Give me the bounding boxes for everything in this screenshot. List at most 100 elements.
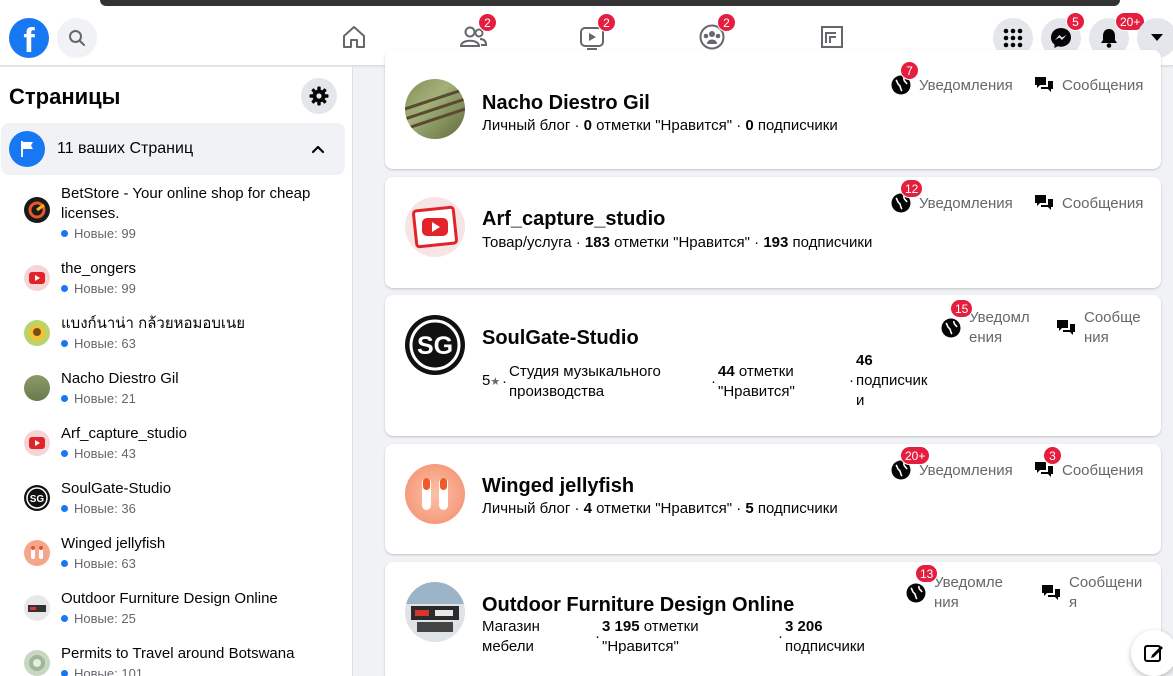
new-count: Новые: 63 <box>61 556 136 571</box>
page-avatar <box>24 430 50 456</box>
caret-down-icon <box>1151 34 1163 41</box>
page-avatar[interactable] <box>405 197 465 257</box>
watch-badge: 2 <box>597 13 616 32</box>
messenger-icon <box>1051 28 1071 48</box>
chevron-up-icon[interactable] <box>310 141 326 157</box>
page-card: Arf_capture_studio Товар/услуга · 183 от… <box>385 177 1161 288</box>
page-name[interactable]: Arf_capture_studio <box>482 208 665 231</box>
svg-text:SG: SG <box>417 332 453 360</box>
messages-action[interactable]: Сообщения <box>1055 308 1141 348</box>
sidebar-page-item[interactable]: Winged jellyfish Новые: 63 <box>0 534 350 574</box>
page-avatar[interactable]: SG <box>405 315 465 375</box>
notifications-count-badge: 7 <box>900 61 919 80</box>
page-stats: Личный блог · 0 отметки "Нравится" · 0 п… <box>482 117 838 134</box>
home-tab[interactable] <box>334 19 374 55</box>
sidebar-page-item[interactable]: SG SoulGate-Studio Новые: 36 <box>0 479 350 519</box>
new-count: Новые: 99 <box>61 226 136 241</box>
sidebar-title: Страницы <box>9 84 121 109</box>
sidebar-page-item[interactable]: Permits to Travel around Botswana Новые:… <box>0 644 350 676</box>
sidebar-page-item[interactable]: the_ongers Новые: 99 <box>0 259 350 299</box>
search-icon <box>69 30 85 46</box>
new-count: Новые: 99 <box>61 281 136 296</box>
sidebar-page-item[interactable]: Nacho Diestro Gil Новые: 21 <box>0 369 350 409</box>
new-count: Новые: 101 <box>61 666 143 676</box>
new-count: Новые: 43 <box>61 446 136 461</box>
globe-icon <box>906 583 926 603</box>
page-avatar <box>24 650 50 676</box>
chat-bubbles-icon <box>1035 77 1053 92</box>
new-count: Новые: 63 <box>61 336 136 351</box>
messages-action[interactable]: Сообщения 3 <box>1033 446 1143 481</box>
search-button[interactable] <box>57 18 97 58</box>
home-icon <box>343 26 365 48</box>
page-category: Магазин мебели <box>482 618 540 655</box>
browser-top-strip <box>0 0 1173 7</box>
messages-action[interactable]: Сообщения <box>1033 192 1143 214</box>
notifications-action[interactable]: Уведомления 20+ <box>890 446 1013 481</box>
bell-icon <box>1101 29 1117 48</box>
sidebar-page-name: Outdoor Furniture Design Online <box>61 590 278 607</box>
groups-badge: 2 <box>717 13 736 32</box>
page-avatar <box>24 375 50 401</box>
page-avatar <box>24 265 50 291</box>
notifications-action[interactable]: Уведомления 12 <box>890 179 1013 214</box>
sidebar-page-name: Winged jellyfish <box>61 535 166 552</box>
sidebar-page-item[interactable]: แบงก์นาน่า กล้วยหอมอบเนย Новые: 63 <box>0 314 350 354</box>
chat-bubbles-icon <box>1035 195 1053 210</box>
notifications-action[interactable]: Уведомл ения 15 <box>940 299 1030 348</box>
notifications-action[interactable]: Уведомления 7 <box>890 61 1013 96</box>
friends-badge: 2 <box>478 13 497 32</box>
page-card: SG SoulGate-Studio 5★ · Студия музыкальн… <box>385 295 1161 436</box>
new-count: Новые: 25 <box>61 611 136 626</box>
facebook-logo[interactable]: f <box>9 18 49 60</box>
sidebar-page-name: SoulGate-Studio <box>61 480 172 497</box>
rating: 5★ <box>482 372 501 389</box>
notifications-action[interactable]: Уведомле ния 13 <box>905 564 1003 613</box>
page-stats: Личный блог · 4 отметки "Нравится" · 5 п… <box>482 500 838 517</box>
your-pages-section[interactable]: 11 ваших Страниц <box>1 123 345 175</box>
page-card: Nacho Diestro Gil Личный блог · 0 отметк… <box>385 50 1161 169</box>
messages-action[interactable]: Сообщения <box>1040 573 1142 613</box>
page-card: Outdoor Furniture Design Online Магазин м… <box>385 562 1161 676</box>
svg-text:SG: SG <box>30 494 45 505</box>
page-name[interactable]: Winged jellyfish <box>482 475 634 498</box>
chat-bubbles-icon <box>1042 585 1060 600</box>
sidebar-page-name: BetStore - Your online shop for cheap li… <box>61 185 311 222</box>
page-name[interactable]: SoulGate-Studio <box>482 327 639 350</box>
messages-count-badge: 3 <box>1043 446 1062 465</box>
page-avatar <box>24 540 50 566</box>
page-avatar[interactable] <box>405 582 465 642</box>
new-count: Новые: 21 <box>61 391 136 406</box>
chat-bubbles-icon <box>1057 320 1075 335</box>
gear-icon <box>309 86 329 106</box>
page-card: Winged jellyfish Личный блог · 4 отметки… <box>385 444 1161 554</box>
settings-button[interactable] <box>301 78 337 114</box>
gaming-icon <box>821 26 843 48</box>
sidebar-page-item[interactable]: BetStore - Your online shop for cheap li… <box>0 184 350 241</box>
sidebar-page-name: แบงก์นาน่า กล้วยหอมอบเนย <box>61 315 246 332</box>
sidebar-page-name: Nacho Diestro Gil <box>61 370 179 387</box>
new-message-button[interactable] <box>1131 630 1173 676</box>
notifications-count-badge: 20+ <box>900 446 931 465</box>
globe-icon <box>941 318 961 338</box>
sidebar-page-name: the_ongers <box>61 260 137 277</box>
page-name[interactable]: Nacho Diestro Gil <box>482 92 650 115</box>
notifications-count-badge: 13 <box>915 564 939 583</box>
sidebar-page-name: Permits to Travel around Botswana <box>61 645 295 662</box>
pages-sidebar: Страницы 11 ваших Страниц BetStore - You… <box>0 67 353 676</box>
sidebar-page-name: Arf_capture_studio <box>61 425 187 442</box>
page-avatar: SG <box>24 485 50 511</box>
messages-action[interactable]: Сообщения <box>1033 74 1143 96</box>
flag-icon <box>9 131 45 167</box>
sidebar-page-item[interactable]: Outdoor Furniture Design Online Новые: 2… <box>0 589 350 629</box>
grid-menu-icon <box>1003 28 1023 48</box>
page-stats: Товар/услуга · 183 отметки "Нравится" · … <box>482 234 873 251</box>
page-avatar <box>24 197 50 223</box>
sidebar-page-item[interactable]: Arf_capture_studio Новые: 43 <box>0 424 350 464</box>
your-pages-label: 11 ваших Страниц <box>57 140 194 157</box>
page-avatar[interactable] <box>405 79 465 139</box>
notifications-count-badge: 12 <box>900 179 924 198</box>
page-avatar[interactable] <box>405 464 465 524</box>
new-count: Новые: 36 <box>61 501 136 516</box>
page-name[interactable]: Outdoor Furniture Design Online <box>482 594 794 617</box>
